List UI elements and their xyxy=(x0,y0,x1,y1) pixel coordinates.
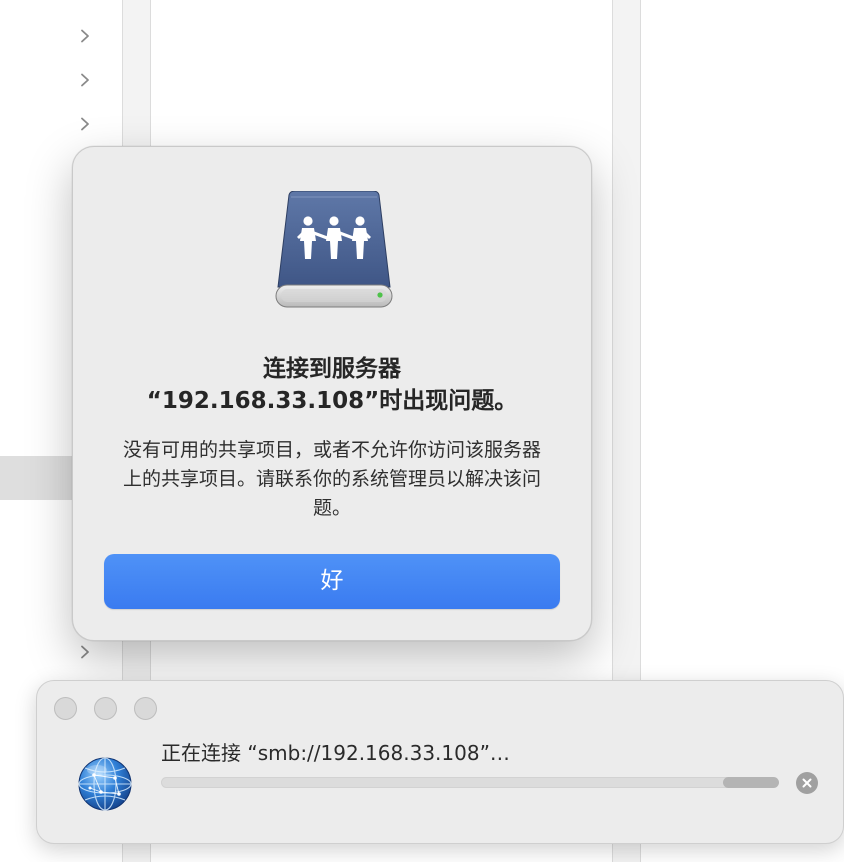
chevron-right-icon[interactable] xyxy=(78,29,92,43)
minimize-window-button[interactable] xyxy=(94,697,117,720)
alert-message: 没有可用的共享项目，或者不允许你访问该服务器上的共享项目。请联系你的系统管理员以… xyxy=(123,439,542,519)
chevron-right-icon[interactable] xyxy=(78,645,92,659)
finder-selected-row[interactable] xyxy=(0,456,72,500)
zoom-window-button[interactable] xyxy=(134,697,157,720)
ok-button[interactable]: 好 xyxy=(104,554,560,609)
close-window-button[interactable] xyxy=(54,697,77,720)
shared-server-icon xyxy=(275,190,393,311)
chevron-right-icon[interactable] xyxy=(78,73,92,87)
cancel-x-icon xyxy=(802,778,812,788)
alert-title-line: 连接到服务器 xyxy=(263,356,401,382)
network-globe-icon xyxy=(77,756,133,812)
connecting-window: 正在连接 “smb://192.168.33.108”… xyxy=(36,680,844,844)
connection-status-text: 正在连接 “smb://192.168.33.108”… xyxy=(161,741,510,765)
server-error-alert: 连接到服务器 “192.168.33.108”时出现问题。 没有可用的共享项目，… xyxy=(72,146,592,641)
alert-title: 连接到服务器 “192.168.33.108”时出现问题。 xyxy=(73,353,591,417)
progress-indicator xyxy=(723,777,779,788)
connection-progress-bar xyxy=(161,777,779,788)
alert-title-line: “192.168.33.108”时出现问题。 xyxy=(146,388,518,414)
cancel-connection-button[interactable] xyxy=(796,772,818,794)
chevron-right-icon[interactable] xyxy=(78,117,92,131)
